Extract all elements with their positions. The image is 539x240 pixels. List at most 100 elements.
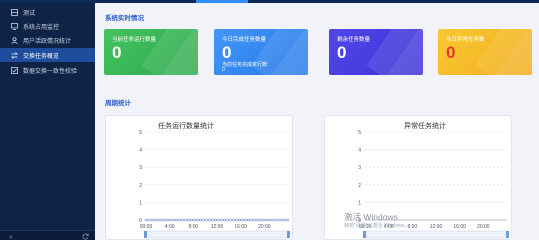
- x-tick-label: 12:00: [211, 224, 224, 230]
- data-point: [153, 218, 157, 222]
- data-point: [196, 218, 199, 222]
- data-point: [168, 218, 172, 222]
- data-point: [214, 218, 217, 222]
- data-point: [189, 218, 193, 222]
- section-title-realtime: 系统实时情况: [105, 15, 144, 22]
- data-point: [144, 218, 148, 222]
- zoom-handle-left[interactable]: [363, 231, 366, 238]
- zoom-slider-track[interactable]: [145, 230, 289, 239]
- data-point: [256, 218, 260, 222]
- data-point: [171, 218, 175, 222]
- data-point: [223, 218, 226, 222]
- card-label: 剩余任务数量: [337, 37, 371, 43]
- data-point: [177, 218, 181, 222]
- data-point: [183, 218, 187, 222]
- data-point: [241, 218, 245, 222]
- sidebar-item-label: 交换任务概览: [23, 53, 60, 60]
- x-tick-label: 4:00: [165, 224, 175, 230]
- card-remaining-tasks: 剩余任务数量 0: [329, 29, 423, 75]
- data-point: [208, 218, 211, 222]
- watermark-line2: 转到"设置"以激活 Windows。: [344, 223, 410, 229]
- data-point: [280, 218, 284, 222]
- sidebar-item-label: 用户活跃情况统计: [23, 38, 72, 45]
- card-label: 今日异常任务数: [446, 37, 485, 43]
- card-label: 当前任务运行数量: [112, 37, 157, 43]
- x-tick-label: 16:00: [234, 224, 247, 230]
- zoom-handle-left[interactable]: [144, 231, 147, 238]
- data-point: [253, 218, 257, 222]
- data-point: [162, 218, 166, 222]
- app-root: 测试 系统占用监控 用户活跃情况统计 交换任务概览 数据交换一致性校验 « 系统…: [0, 0, 539, 240]
- x-tick-label: 12:00: [430, 224, 443, 230]
- user-icon: [11, 36, 18, 44]
- y-tick-label: 2: [139, 183, 142, 189]
- x-tick-label: 8:00: [188, 224, 198, 230]
- data-point: [265, 218, 269, 222]
- zoom-slider-track[interactable]: [364, 230, 508, 239]
- sidebar-item-user-activity[interactable]: 用户活跃情况统计: [0, 33, 95, 47]
- card-value: 0: [337, 43, 347, 62]
- sidebar-item-system-monitor[interactable]: 系统占用监控: [0, 19, 95, 33]
- data-point: [283, 218, 287, 222]
- sidebar-item-label: 数据交换一致性校验: [23, 68, 78, 75]
- x-tick-label: 00:00: [140, 224, 153, 230]
- data-point: [274, 218, 278, 222]
- data-point: [150, 218, 154, 222]
- y-tick-label: 1: [358, 200, 361, 206]
- y-tick-label: 5: [358, 130, 361, 136]
- data-point: [250, 218, 254, 222]
- chart-title: 异常任务统计: [404, 121, 446, 130]
- data-point: [244, 218, 248, 222]
- data-point: [277, 218, 281, 222]
- check-icon: [11, 66, 18, 74]
- chart-panel-task-runs: 任务运行数量统计 5 4 3 2 1 0 00:00 4:00 8:00 12:00 16:00 20:…: [105, 115, 293, 240]
- card-value: 0: [446, 43, 456, 62]
- card-running-tasks: 当前任务运行数量 0: [104, 29, 198, 75]
- monitor-icon: [11, 22, 18, 30]
- data-point: [192, 218, 196, 222]
- data-point: [186, 218, 190, 222]
- chart-title: 任务运行数量统计: [158, 121, 214, 130]
- x-tick-label: 16:00: [453, 224, 466, 230]
- y-tick-label: 3: [358, 165, 361, 171]
- refresh-icon[interactable]: [80, 233, 90, 240]
- data-point: [205, 218, 208, 222]
- windows-activation-watermark: 激活 Windows 转到"设置"以激活 Windows。: [344, 213, 409, 231]
- sidebar: 测试 系统占用监控 用户活跃情况统计 交换任务概览 数据交换一致性校验 «: [0, 3, 95, 240]
- card-value: 0: [222, 43, 232, 62]
- card-sub-label: 当前任务完成未行数:: [222, 62, 269, 68]
- double-chevron-left-icon[interactable]: «: [6, 233, 16, 240]
- y-tick-label: 4: [139, 148, 142, 154]
- data-point: [226, 218, 229, 222]
- data-point: [217, 218, 220, 222]
- zoom-handle-right[interactable]: [287, 231, 290, 238]
- x-tick-label: 20:00: [477, 224, 490, 230]
- card-completed-today: 今日完成任务数量 0 当前任务完成未行数: 0: [214, 29, 308, 75]
- y-tick-label: 1: [139, 200, 142, 206]
- data-point: [159, 218, 163, 222]
- sidebar-item-exchange-overview[interactable]: 交换任务概览: [0, 48, 95, 62]
- data-point: [259, 218, 263, 222]
- watermark-line1: 激活 Windows: [344, 212, 398, 222]
- data-point: [174, 218, 178, 222]
- data-point: [211, 218, 214, 222]
- data-point: [199, 218, 202, 222]
- sidebar-footer: «: [0, 230, 95, 240]
- grid-icon: [11, 8, 18, 16]
- data-point: [165, 218, 169, 222]
- y-tick-label: 3: [139, 165, 142, 171]
- y-tick-label: 2: [358, 183, 361, 189]
- data-point: [220, 218, 223, 222]
- card-value: 0: [112, 43, 122, 62]
- data-point: [180, 218, 184, 222]
- data-point: [262, 218, 266, 222]
- data-point: [271, 218, 275, 222]
- sidebar-item-test[interactable]: 测试: [0, 5, 95, 19]
- sidebar-item-label: 系统占用监控: [23, 24, 60, 31]
- data-point: [286, 218, 290, 222]
- zoom-handle-right[interactable]: [506, 231, 509, 238]
- main-content: 系统实时情况 当前任务运行数量 0 今日完成任务数量 0 当前任务完成未行数: …: [95, 3, 539, 240]
- data-point: [247, 218, 251, 222]
- data-point: [232, 218, 235, 222]
- sidebar-item-consistency-check[interactable]: 数据交换一致性校验: [0, 63, 95, 77]
